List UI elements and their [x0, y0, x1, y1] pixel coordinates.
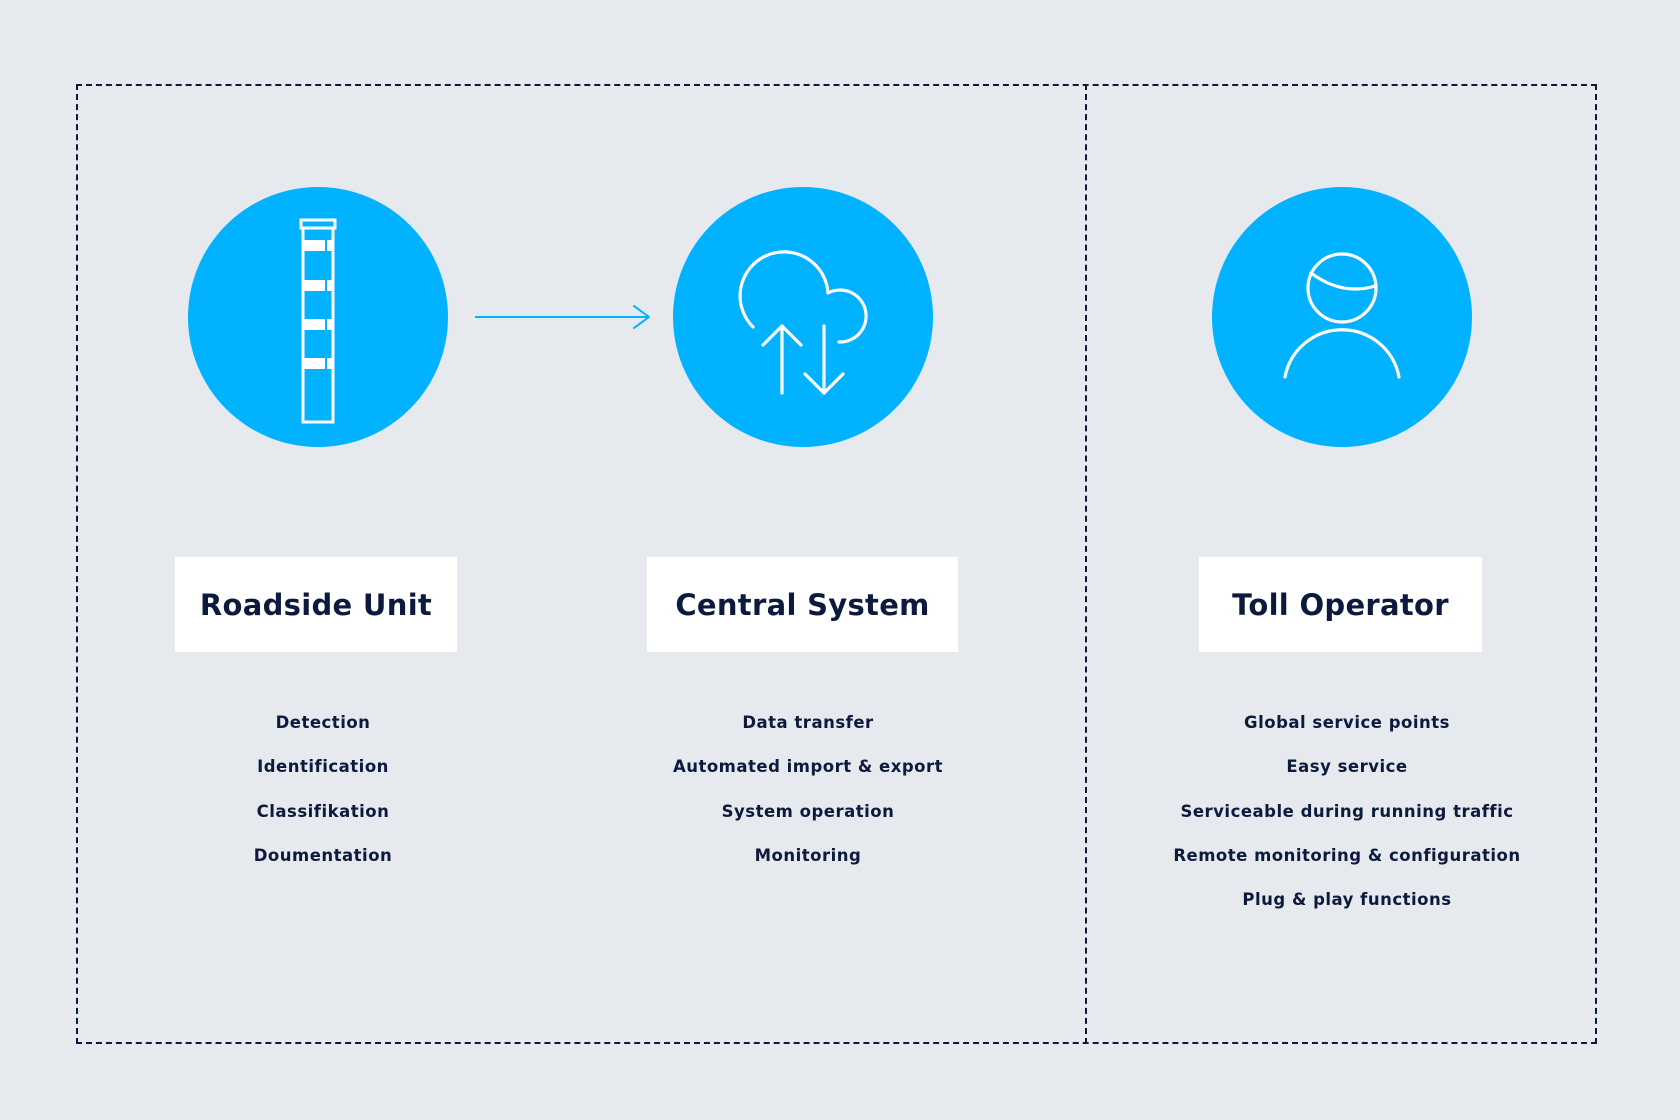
roadside-unit-features: Detection Identification Classifikation …: [113, 710, 533, 887]
feature-item: Identification: [257, 757, 389, 777]
toll-operator-circle: [1212, 187, 1472, 447]
road-post-icon: [299, 218, 337, 424]
feature-item: Data transfer: [742, 713, 874, 732]
central-system-circle: [673, 187, 933, 447]
feature-item: System operation: [721, 801, 895, 821]
toll-operator-title: Toll Operator: [1199, 557, 1482, 652]
feature-item: Remote monitoring & configuration: [1173, 845, 1521, 865]
toll-operator-features: Global service points Easy service Servi…: [1137, 710, 1557, 931]
central-system-features: Data transfer Automated import & export …: [598, 710, 1018, 887]
arrow-right-icon: [475, 305, 650, 329]
central-system-title: Central System: [647, 557, 958, 652]
feature-item: Classifikation: [256, 801, 390, 821]
feature-item: Doumentation: [253, 845, 393, 865]
operator-divider: [1085, 84, 1087, 1044]
roadside-unit-title: Roadside Unit: [175, 557, 457, 652]
feature-item: Monitoring: [754, 845, 862, 865]
feature-item: Easy service: [1286, 757, 1408, 777]
user-icon: [1283, 252, 1401, 379]
roadside-unit-circle: [188, 187, 448, 447]
cloud-sync-icon: [738, 250, 868, 395]
feature-item: Global service points: [1244, 713, 1450, 732]
feature-item: Automated import & export: [672, 757, 944, 777]
feature-item: Plug & play functions: [1242, 890, 1452, 909]
feature-item: Serviceable during running traffic: [1180, 801, 1514, 821]
feature-item: Detection: [275, 713, 371, 732]
